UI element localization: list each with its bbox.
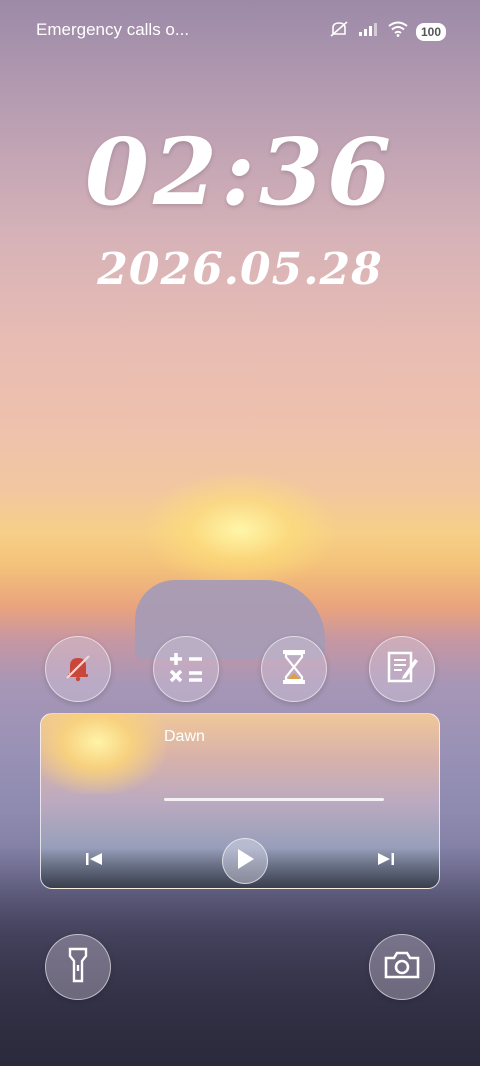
mute-vibrate-icon: [328, 20, 350, 43]
media-title: Dawn: [164, 728, 205, 745]
previous-icon: [85, 851, 103, 872]
silent-mode-button[interactable]: [45, 636, 111, 702]
play-button[interactable]: [222, 838, 268, 884]
camera-button[interactable]: [369, 934, 435, 1000]
notes-icon: [384, 649, 420, 690]
carrier-status-text: Emergency calls o...: [36, 20, 190, 39]
bell-off-icon: [61, 650, 95, 689]
camera-icon: [383, 949, 421, 986]
wifi-icon: [388, 21, 408, 42]
background-sun: [140, 470, 340, 590]
timer-button[interactable]: [261, 636, 327, 702]
lock-clock: 02:36: [84, 118, 395, 226]
flashlight-button[interactable]: [45, 934, 111, 1000]
signal-icon: [358, 21, 380, 42]
media-progress-bar[interactable]: [164, 798, 384, 801]
media-album-art: [41, 714, 166, 794]
status-icons: 100: [328, 20, 446, 43]
play-icon: [234, 847, 256, 876]
next-button[interactable]: [375, 852, 397, 870]
hourglass-icon: [278, 647, 310, 692]
flashlight-icon: [65, 945, 91, 990]
battery-icon: 100: [415, 22, 446, 41]
calculator-icon: [166, 647, 206, 692]
next-icon: [377, 851, 395, 872]
media-player-card[interactable]: Dawn: [40, 713, 440, 889]
lock-date: 2026.05.28: [97, 244, 383, 295]
previous-button[interactable]: [83, 852, 105, 870]
notes-button[interactable]: [369, 636, 435, 702]
status-bar: Emergency calls o... 100: [0, 0, 480, 62]
calculator-button[interactable]: [153, 636, 219, 702]
